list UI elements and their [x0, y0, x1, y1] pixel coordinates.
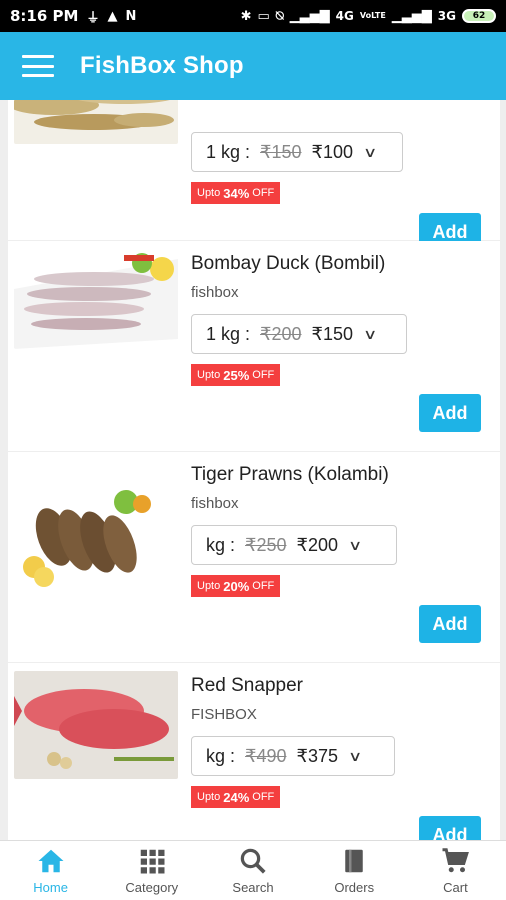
battery-icon: 62	[462, 9, 496, 23]
tab-orders[interactable]: Orders	[304, 841, 405, 900]
add-button[interactable]: Add	[419, 816, 481, 840]
mrp-price: ₹490	[245, 745, 287, 766]
product-card: Bombay Duck (Bombil) fishbox 1 kg : ₹200…	[8, 241, 500, 451]
discount-badge: Upto 24% OFF	[191, 786, 281, 808]
notification-icon: N	[125, 8, 137, 24]
product-brand: fishbox	[191, 495, 239, 512]
app-bar: FishBox Shop	[0, 32, 506, 100]
unit-label: 1 kg :	[206, 323, 251, 344]
tab-cart[interactable]: Cart	[405, 841, 506, 900]
unit-selector[interactable]: kg : ₹490 ₹375 ∨	[191, 736, 395, 776]
unit-selector[interactable]: 1 kg : ₹200 ₹150 ∨	[191, 314, 407, 354]
unit-label: 1 kg :	[206, 141, 251, 162]
signal-icon: ▁▃▅▇	[289, 8, 330, 24]
menu-icon[interactable]	[22, 55, 54, 77]
tab-label: Search	[232, 880, 274, 895]
product-brand: FISHBOX	[191, 706, 257, 723]
product-card: Red Snapper FISHBOX kg : ₹490 ₹375 ∨ Upt…	[8, 663, 500, 840]
mrp-price: ₹150	[260, 141, 302, 162]
tab-home[interactable]: Home	[0, 841, 101, 900]
chevron-down-icon: ∨	[347, 536, 363, 553]
product-image	[14, 100, 178, 144]
network-type-2: 3G	[437, 9, 456, 23]
discount-badge: Upto 34% OFF	[191, 182, 281, 204]
mrp-price: ₹200	[260, 323, 302, 344]
discount-value: 24%	[223, 789, 250, 805]
chevron-down-icon: ∨	[347, 747, 363, 764]
usb-icon: ⏚	[86, 10, 100, 26]
product-card: 1 kg : ₹150 ₹100 ∨ Upto 34% OFF Add	[8, 100, 500, 251]
chevron-down-icon: ∨	[362, 325, 378, 342]
chevron-down-icon: ∨	[362, 143, 378, 160]
discount-suffix: OFF	[252, 187, 275, 199]
unit-selector[interactable]: 1 kg : ₹150 ₹100 ∨	[191, 132, 403, 172]
tab-label: Orders	[334, 880, 375, 895]
tab-label: Cart	[443, 880, 468, 895]
alarm-off-icon: ⍉	[275, 8, 284, 24]
status-bar: 8:16 PM ⏚ ▲ N ✱ ▭ ⍉ ▁▃▅▇ 4G VoLTE ▁▃▅▇ 3…	[0, 0, 506, 32]
app-title: FishBox Shop	[80, 52, 244, 79]
discount-badge: Upto 20% OFF	[191, 575, 281, 597]
grid-icon	[140, 849, 165, 874]
battery-level: 62	[472, 11, 486, 21]
bluetooth-icon: ✱	[240, 8, 252, 24]
product-image	[14, 671, 178, 779]
product-name[interactable]: Red Snapper	[191, 675, 303, 697]
unit-label: kg :	[206, 534, 236, 555]
discount-prefix: Upto	[197, 369, 221, 381]
discount-suffix: OFF	[252, 791, 275, 803]
signal-icon-2: ▁▃▅▇	[391, 8, 432, 24]
sale-price: ₹150	[311, 323, 353, 344]
status-time: 8:16 PM	[10, 7, 79, 25]
bottom-nav: Home Category Search Orders Cart	[0, 840, 506, 900]
sale-price: ₹100	[311, 141, 353, 162]
unit-selector[interactable]: kg : ₹250 ₹200 ∨	[191, 525, 397, 565]
sale-price: ₹200	[296, 534, 338, 555]
network-type: 4G	[335, 9, 354, 23]
product-name[interactable]: Bombay Duck (Bombil)	[191, 253, 385, 275]
product-list[interactable]: 1 kg : ₹150 ₹100 ∨ Upto 34% OFF Add Bomb…	[8, 100, 500, 840]
unit-label: kg :	[206, 745, 236, 766]
tab-label: Category	[125, 880, 179, 895]
tab-label: Home	[33, 880, 68, 895]
cart-icon	[442, 848, 470, 873]
volte-label: VoLTE	[359, 11, 386, 20]
discount-suffix: OFF	[252, 369, 275, 381]
discount-value: 20%	[223, 578, 250, 594]
vibrate-icon: ▭	[257, 8, 270, 24]
book-icon	[345, 849, 363, 873]
discount-prefix: Upto	[197, 580, 221, 592]
search-icon	[240, 848, 266, 874]
discount-value: 25%	[223, 367, 250, 383]
product-image	[14, 482, 178, 592]
tab-category[interactable]: Category	[101, 841, 202, 900]
discount-value: 34%	[223, 185, 250, 201]
discount-badge: Upto 25% OFF	[191, 364, 281, 386]
product-name[interactable]: Tiger Prawns (Kolambi)	[191, 464, 389, 486]
mrp-price: ₹250	[245, 534, 287, 555]
product-brand: fishbox	[191, 284, 239, 301]
tab-search[interactable]: Search	[202, 841, 303, 900]
warning-icon: ▲	[107, 8, 118, 24]
discount-prefix: Upto	[197, 187, 221, 199]
add-button[interactable]: Add	[419, 394, 481, 432]
add-button[interactable]: Add	[419, 605, 481, 643]
sale-price: ₹375	[296, 745, 338, 766]
product-card: Tiger Prawns (Kolambi) fishbox kg : ₹250…	[8, 452, 500, 662]
discount-suffix: OFF	[252, 580, 275, 592]
discount-prefix: Upto	[197, 791, 221, 803]
product-image	[14, 249, 178, 349]
home-icon	[38, 849, 64, 873]
